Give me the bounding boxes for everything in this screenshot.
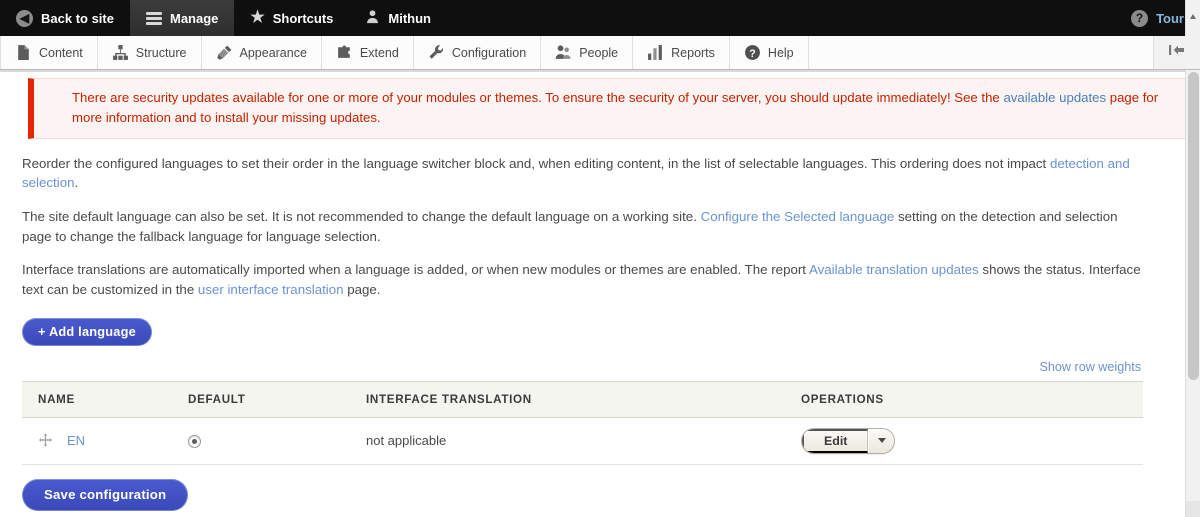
toolbar-manage-label: Manage xyxy=(169,10,219,26)
scrollbar-down-cap[interactable] xyxy=(1185,501,1200,517)
question-circle-icon: ? xyxy=(744,44,761,61)
admin-menu-item-extend[interactable]: Extend xyxy=(321,36,414,69)
admin-menu-label: Appearance xyxy=(239,45,307,60)
show-row-weights-link[interactable]: Show row weights xyxy=(1040,360,1142,374)
toolbar-user-account[interactable]: Mithun xyxy=(349,0,447,36)
table-header-row: NAME DEFAULT INTERFACE TRANSLATION OPERA… xyxy=(22,380,1143,418)
bar-chart-icon xyxy=(647,44,664,61)
people-icon xyxy=(555,44,572,61)
edit-button[interactable]: Edit xyxy=(802,428,869,453)
page-icon xyxy=(15,44,32,61)
row-weights-toggle-wrapper: Show row weights xyxy=(22,358,1143,376)
language-name-link[interactable]: EN xyxy=(67,433,85,448)
page-top-divider xyxy=(0,70,1185,72)
drag-handle-icon[interactable] xyxy=(38,433,53,448)
toolbar-tour-label: Tour xyxy=(1156,10,1184,26)
intro-paragraph-1: Reorder the configured languages to set … xyxy=(22,154,1143,193)
cell-default-language xyxy=(172,417,350,465)
toolbar-back-to-site-label: Back to site xyxy=(41,10,114,26)
admin-menu-item-people[interactable]: People xyxy=(541,36,634,69)
admin-menu-item-reports[interactable]: Reports xyxy=(633,36,730,69)
intro-paragraph-3: Interface translations are automatically… xyxy=(22,260,1143,299)
available-updates-link[interactable]: available updates xyxy=(1003,90,1106,105)
admin-menu-label: Structure xyxy=(135,45,187,60)
admin-menu-bar: Content Structure Appearance Extend Conf… xyxy=(0,36,1200,70)
puzzle-icon xyxy=(336,44,353,61)
toolbar-back-to-site[interactable]: ◀ Back to site xyxy=(0,0,130,36)
languages-table-head: NAME DEFAULT INTERFACE TRANSLATION OPERA… xyxy=(22,380,1143,418)
languages-table-body: EN not applicable Edit xyxy=(22,417,1143,465)
admin-toolbar: ◀ Back to site Manage ★ Shortcuts Mithun… xyxy=(0,0,1200,36)
admin-menu-item-content[interactable]: Content xyxy=(0,36,98,69)
person-icon xyxy=(365,9,380,27)
p2-text-a: The site default language can also be se… xyxy=(22,208,701,224)
dropbutton-toggle[interactable] xyxy=(868,428,894,453)
save-configuration-action: Save configuration xyxy=(22,478,1143,511)
add-language-button[interactable]: + Add language xyxy=(22,317,152,346)
brush-icon xyxy=(216,44,233,61)
admin-menu-label: People xyxy=(579,45,619,60)
vertical-scrollbar[interactable] xyxy=(1185,70,1200,517)
column-header-interface-translation: INTERFACE TRANSLATION xyxy=(350,380,785,418)
save-configuration-button[interactable]: Save configuration xyxy=(22,478,189,511)
page-content: There are security updates available for… xyxy=(0,70,1200,517)
p3-text-c: page. xyxy=(343,281,381,297)
column-header-name: NAME xyxy=(22,380,172,418)
scrollbar-up-cap[interactable] xyxy=(1185,0,1200,36)
admin-menu-label: Help xyxy=(767,45,794,60)
admin-menu-label: Configuration xyxy=(451,45,527,60)
user-interface-translation-link[interactable]: user interface translation xyxy=(198,282,344,297)
admin-menu-item-help[interactable]: ? Help xyxy=(729,36,809,69)
question-circle-icon: ? xyxy=(1131,9,1149,27)
admin-menu-label: Reports xyxy=(671,45,715,60)
available-translation-updates-link[interactable]: Available translation updates xyxy=(809,262,979,277)
toolbar-manage[interactable]: Manage xyxy=(129,0,235,36)
cell-interface-translation: not applicable xyxy=(350,417,785,465)
structure-icon xyxy=(112,44,129,61)
toolbar-shortcuts-label: Shortcuts xyxy=(272,10,334,26)
languages-table: NAME DEFAULT INTERFACE TRANSLATION OPERA… xyxy=(22,380,1143,465)
admin-menu-item-appearance[interactable]: Appearance xyxy=(201,36,322,69)
admin-menu-item-configuration[interactable]: Configuration xyxy=(413,36,542,69)
p3-text-a: Interface translations are automatically… xyxy=(22,262,809,278)
wrench-icon xyxy=(428,44,445,61)
message-text-before: There are security updates available for… xyxy=(72,90,1004,105)
collapse-toolbar-button[interactable] xyxy=(1154,36,1200,69)
security-update-message: There are security updates available for… xyxy=(28,78,1190,139)
collapse-left-arrow-icon xyxy=(1167,43,1187,62)
admin-menu-label: Extend xyxy=(359,45,399,60)
chevron-down-icon xyxy=(877,438,886,444)
admin-menu-item-structure[interactable]: Structure xyxy=(97,36,202,69)
column-header-operations: OPERATIONS xyxy=(785,380,1143,418)
admin-menu-spacer xyxy=(808,36,1154,69)
intro-paragraph-2: The site default language can also be se… xyxy=(22,207,1143,246)
cell-operations: Edit xyxy=(785,417,1143,465)
toolbar-user-label: Mithun xyxy=(388,10,431,26)
admin-menu-label: Content xyxy=(39,45,83,60)
cell-language-name: EN xyxy=(22,417,172,465)
hamburger-icon xyxy=(145,11,162,25)
column-header-default: DEFAULT xyxy=(172,380,350,418)
p1-text-a: Reorder the configured languages to set … xyxy=(22,155,1050,171)
configure-selected-language-link[interactable]: Configure the Selected language xyxy=(701,209,895,224)
p1-text-b: . xyxy=(74,175,79,191)
operations-dropbutton: Edit xyxy=(801,427,896,454)
scrollbar-thumb[interactable] xyxy=(1188,72,1199,380)
star-icon: ★ xyxy=(250,9,265,26)
back-arrow-icon: ◀ xyxy=(16,9,33,27)
table-row: EN not applicable Edit xyxy=(22,417,1143,465)
add-language-action: + Add language xyxy=(22,317,1143,346)
default-language-radio[interactable] xyxy=(188,435,201,449)
svg-text:?: ? xyxy=(749,48,755,60)
toolbar-shortcuts[interactable]: ★ Shortcuts xyxy=(234,0,349,36)
interface-translation-value: not applicable xyxy=(366,433,447,449)
